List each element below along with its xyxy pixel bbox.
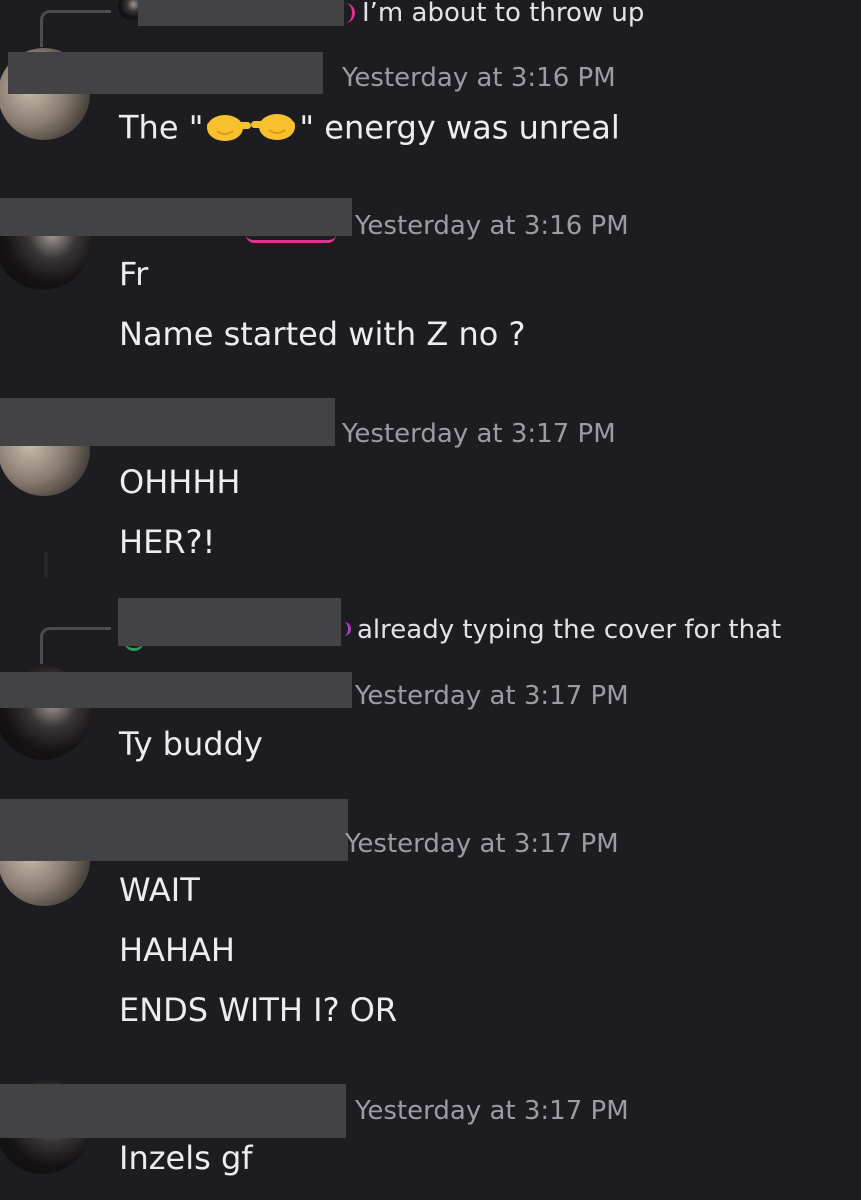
message-line: HAHAH [119, 931, 235, 969]
redacted-username[interactable] [0, 198, 352, 236]
message-timestamp: Yesterday at 3:16 PM [342, 63, 616, 93]
reply-name-accent [340, 622, 351, 636]
message-text: The " " energy was unreal [119, 110, 620, 149]
hands-pointing-emoji-icon [203, 110, 299, 149]
message-line: OHHHH [119, 463, 241, 501]
redacted-reply-author[interactable] [118, 598, 341, 646]
message-line: WAIT [119, 871, 200, 909]
message-line: Name started with Z no ? [119, 315, 526, 353]
text-after-emoji: " energy was unreal [299, 108, 620, 147]
redacted-username[interactable] [8, 52, 323, 94]
username-pink-accent [246, 234, 336, 243]
reply-connector [40, 627, 111, 664]
text-before-emoji: The " [119, 108, 204, 147]
message-line: Ty buddy [119, 725, 263, 763]
message-timestamp: Yesterday at 3:17 PM [342, 419, 616, 449]
redacted-username[interactable] [0, 799, 348, 861]
redacted-username[interactable] [0, 672, 352, 708]
message-timestamp: Yesterday at 3:17 PM [355, 681, 629, 711]
divider-mark [44, 552, 48, 578]
reply-name-accent [344, 3, 355, 23]
message-timestamp: Yesterday at 3:17 PM [345, 829, 619, 859]
reply-connector [40, 10, 111, 47]
reply-preview-text[interactable]: already typing the cover for that [357, 617, 781, 643]
message-line: Inzels gf [119, 1139, 253, 1177]
message-line: Fr [119, 255, 149, 293]
message-line: ENDS WITH I? OR [119, 991, 398, 1029]
redacted-reply-author [138, 0, 344, 26]
message-timestamp: Yesterday at 3:16 PM [355, 211, 629, 241]
message-line: HER?! [119, 523, 216, 561]
redacted-username[interactable] [0, 1084, 346, 1138]
reply-preview-text[interactable]: I’m about to throw up [362, 0, 644, 26]
redacted-username[interactable] [0, 398, 335, 446]
message-timestamp: Yesterday at 3:17 PM [355, 1096, 629, 1126]
